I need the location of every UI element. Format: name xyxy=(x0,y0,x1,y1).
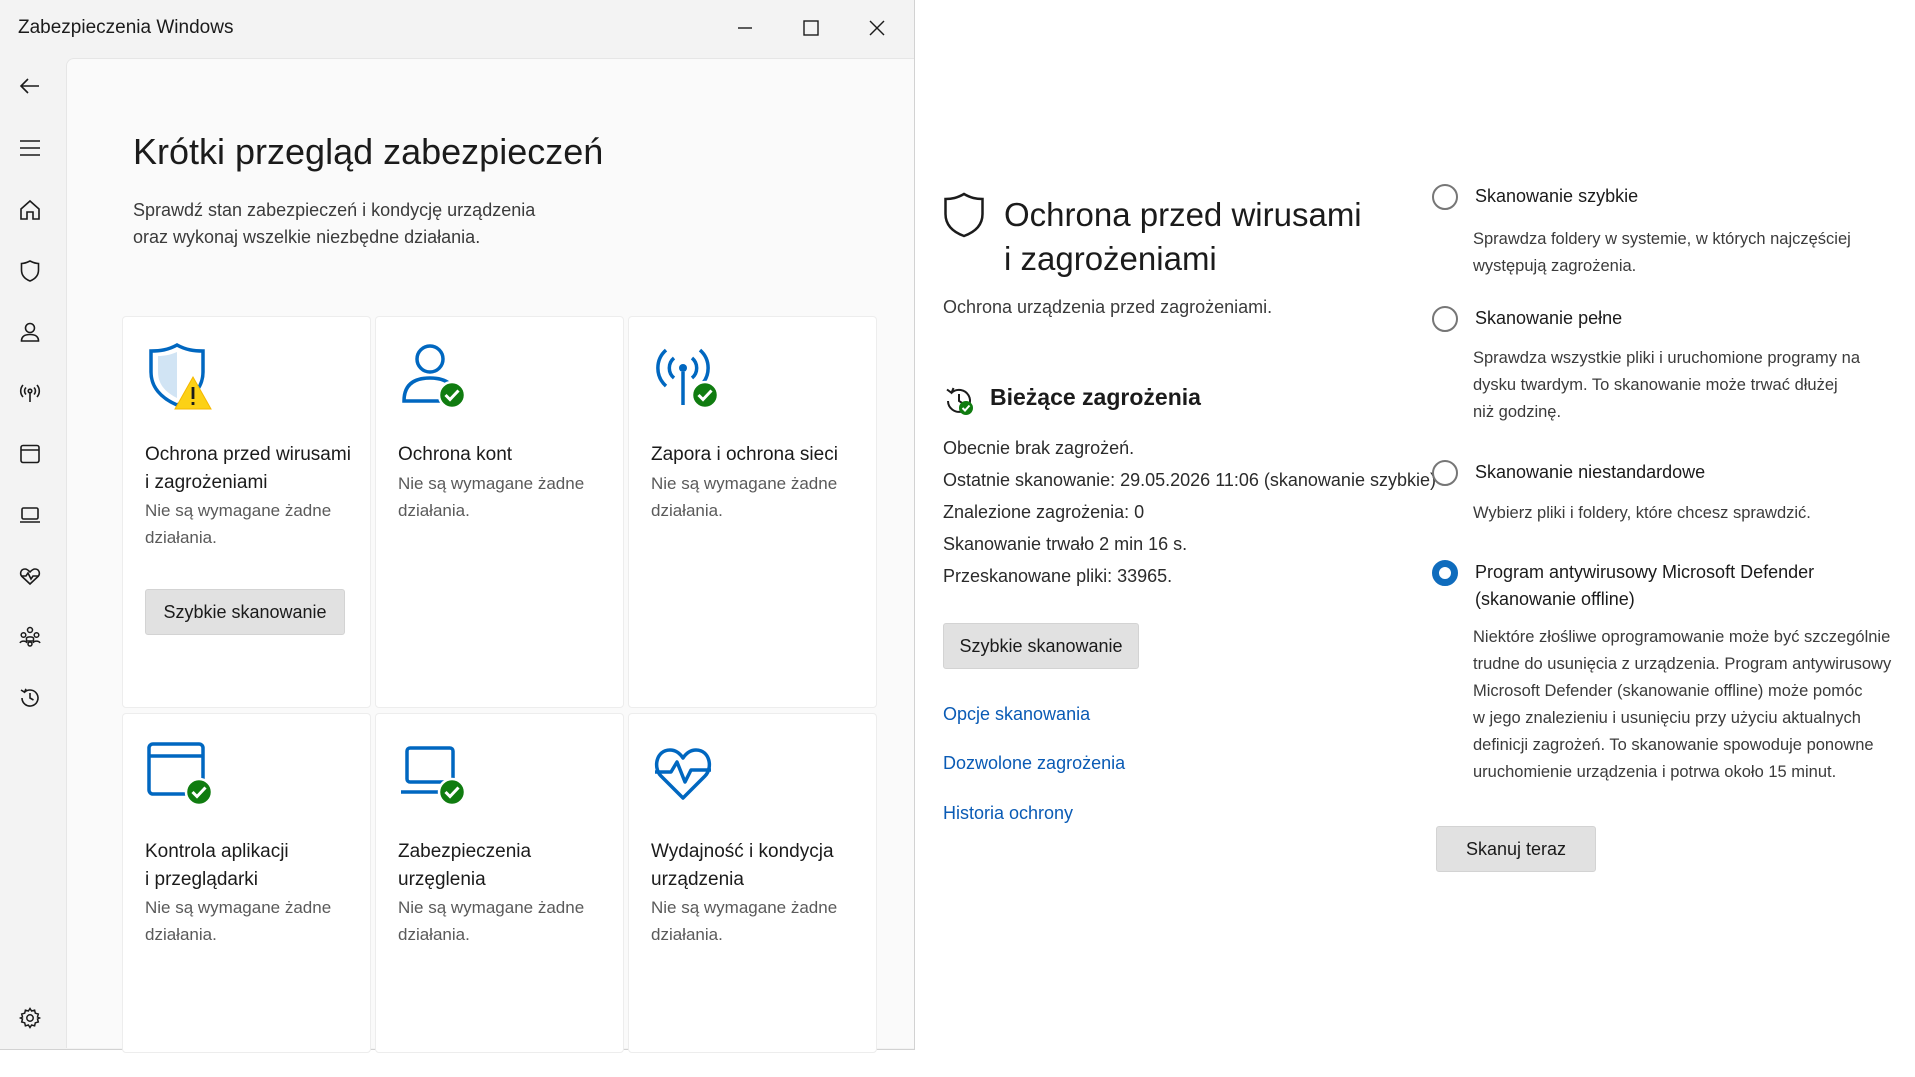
security-window: Zabezpieczenia Windows Krótki przegląd z… xyxy=(0,0,915,1053)
protection-history-link[interactable]: Historia ochrony xyxy=(943,803,1073,824)
tile-description: Nie są wymagane żadne działania. xyxy=(651,474,838,520)
history-icon xyxy=(20,688,39,707)
option-label-defender-offline: Program antywirusowy Microsoft Defender(… xyxy=(1475,562,1815,609)
home-icon xyxy=(20,199,40,220)
antenna-check-icon xyxy=(656,348,720,410)
scan-now-button[interactable]: Skanuj teraz xyxy=(1436,826,1596,872)
last-scan-info: Ostatnie skanowanie: 29.05.2026 11:06 (s… xyxy=(943,470,1436,490)
hamburger-menu-icon xyxy=(20,140,40,156)
app-window-check-icon xyxy=(147,742,214,807)
tile-description: Nie są wymagane żadne działania. xyxy=(145,501,332,547)
close-icon xyxy=(869,20,885,36)
tile-device-performance[interactable]: Wydajność i kondycja urządzenia Nie są wy… xyxy=(628,713,877,1053)
family-icon xyxy=(19,626,41,647)
option-desc-defender-offline: Niektóre złośliwe oprogramowanie może by… xyxy=(1473,628,1892,781)
nav-account-protection[interactable] xyxy=(10,312,50,352)
close-button[interactable] xyxy=(847,8,907,48)
page-subtitle: Sprawdź stan zabezpieczeń i kondycję urz… xyxy=(133,200,536,247)
nav-app-browser[interactable] xyxy=(10,434,50,474)
nav-home[interactable] xyxy=(10,190,50,230)
nav-firewall[interactable] xyxy=(10,373,50,413)
quick-scan-button[interactable]: Szybkie skanowanie xyxy=(145,589,345,635)
nav-device-performance[interactable] xyxy=(10,556,50,596)
option-desc-custom-scan: Wybierz pliki i foldery, które chcesz sp… xyxy=(1473,504,1811,522)
laptop-icon xyxy=(20,507,40,523)
shield-icon xyxy=(20,260,40,282)
option-desc-quick-scan: Sprawdza foldery w systemie, w których n… xyxy=(1473,230,1851,275)
tile-device-security[interactable]: Zabezpieczenia urzęglenia Nie są wymagane… xyxy=(375,713,624,1053)
history-check-icon xyxy=(946,387,973,415)
tile-title: Ochrona przed wirusami i zagrożeniami xyxy=(145,444,351,493)
account-check-icon xyxy=(402,344,467,410)
maximize-icon xyxy=(803,20,819,36)
tile-description: Nie są wymagane żadne działania. xyxy=(398,898,585,944)
option-desc-full-scan: Sprawdza wszystkie pliki i uruchomione p… xyxy=(1473,349,1860,421)
tile-description: Nie są wymagane żadne działania. xyxy=(651,898,838,944)
quick-scan-button[interactable]: Szybkie skanowanie xyxy=(943,623,1139,669)
scan-options-link[interactable]: Opcje skanowania xyxy=(943,704,1090,725)
heart-pulse-icon xyxy=(19,568,41,586)
tile-account-protection[interactable]: Ochrona kont Nie są wymagane żadne działa… xyxy=(375,316,624,708)
menu-button[interactable] xyxy=(10,128,50,168)
radio-quick-scan[interactable] xyxy=(1432,184,1458,210)
gear-icon xyxy=(18,1007,42,1029)
browser-window-icon xyxy=(20,444,40,464)
window-title: Zabezpieczenia Windows xyxy=(18,17,234,38)
wifi-antenna-icon xyxy=(19,384,41,402)
scan-duration: Skanowanie trwało 2 min 16 s. xyxy=(943,534,1188,554)
allowed-threats-link[interactable]: Dozwolone zagrożenia xyxy=(943,753,1125,774)
radio-defender-offline-scan[interactable] xyxy=(1432,560,1458,586)
tile-firewall[interactable]: Zapora i ochrona sieci Nie są wymagane ż… xyxy=(628,316,877,708)
laptop-check-icon xyxy=(401,746,467,807)
navigation-rail xyxy=(0,58,64,1048)
home-content: Krótki przegląd zabezpieczeń Sprawdź sta… xyxy=(66,58,914,1053)
tile-title: Ochrona kont xyxy=(398,444,513,465)
nav-device-security[interactable] xyxy=(10,495,50,535)
tile-title: Kontrola aplikacji i przeglądarki xyxy=(145,841,289,890)
virus-protection-title: Ochrona przed wirusami i zagrożeniami xyxy=(1004,196,1362,277)
page-title: Krótki przegląd zabezpieczeń xyxy=(133,131,604,172)
back-button[interactable] xyxy=(10,66,50,106)
tile-title: Zabezpieczenia urzęglenia xyxy=(398,841,532,890)
threat-status: Obecnie brak zagrożeń. xyxy=(943,438,1135,458)
tile-description: Nie są wymagane żadne działania. xyxy=(145,898,332,944)
radio-full-scan[interactable] xyxy=(1432,306,1458,332)
title-bar: Zabezpieczenia Windows xyxy=(0,0,915,58)
tile-app-browser-control[interactable]: Kontrola aplikacji i przeglądarki Nie są … xyxy=(122,713,371,1053)
nav-settings[interactable] xyxy=(10,998,50,1038)
threats-found: Znalezione zagrożenia: 0 xyxy=(943,502,1145,522)
radio-custom-scan[interactable] xyxy=(1432,460,1458,486)
option-label-quick-scan: Skanowanie szybkie xyxy=(1475,186,1639,206)
shield-icon xyxy=(944,192,984,238)
tile-description: Nie są wymagane żadne działania. xyxy=(398,474,585,520)
option-label-custom-scan: Skanowanie niestandardowe xyxy=(1475,462,1706,482)
minimize-button[interactable] xyxy=(715,8,775,48)
current-threats-heading: Bieżące zagrożenia xyxy=(990,384,1201,410)
shield-warning-icon xyxy=(149,342,212,410)
nav-protection-history[interactable] xyxy=(10,678,50,718)
nav-virus-protection[interactable] xyxy=(10,251,50,291)
tile-virus-protection[interactable]: Ochrona przed wirusami i zagrożeniami Nie… xyxy=(122,316,371,708)
person-icon xyxy=(20,322,40,342)
tile-title: Zapora i ochrona sieci xyxy=(651,444,838,465)
tile-title: Wydajność i kondycja urządzenia xyxy=(651,841,834,890)
heart-pulse-icon xyxy=(654,748,712,800)
nav-family-options[interactable] xyxy=(10,617,50,657)
virus-protection-subtitle: Ochrona urządzenia przed zagrożeniami. xyxy=(943,297,1273,317)
minimize-icon xyxy=(738,27,752,29)
back-arrow-icon xyxy=(19,78,39,94)
option-label-full-scan: Skanowanie pełne xyxy=(1475,308,1623,328)
files-scanned: Przeskanowane pliki: 33965. xyxy=(943,566,1173,586)
maximize-button[interactable] xyxy=(781,8,841,48)
